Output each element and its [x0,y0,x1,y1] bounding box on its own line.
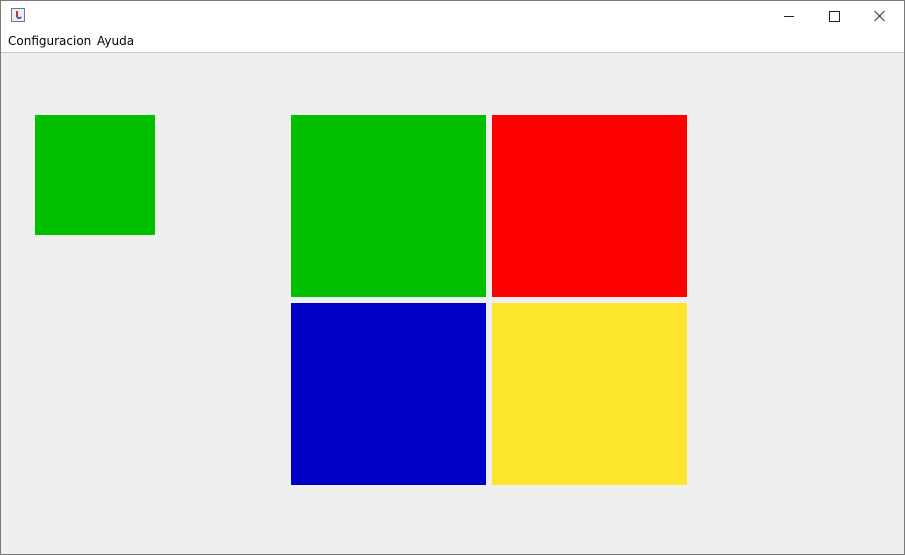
app-window: Configuracion Ayuda [0,0,905,555]
title-bar[interactable] [1,1,904,31]
color-button-yellow[interactable] [492,303,687,485]
maximize-icon [828,10,840,22]
maximize-button[interactable] [811,1,857,31]
menu-ayuda[interactable]: Ayuda [97,34,134,48]
color-button-green[interactable] [291,115,486,297]
game-panel [1,53,904,554]
minimize-button[interactable] [766,1,812,31]
current-color-indicator [35,115,155,235]
menu-configuracion[interactable]: Configuracion [8,34,91,48]
color-button-blue[interactable] [291,303,486,485]
close-button[interactable] [857,1,903,31]
java-cup-icon[interactable] [11,8,25,22]
menu-bar: Configuracion Ayuda [1,31,904,53]
color-button-red[interactable] [492,115,687,297]
close-icon [874,10,886,22]
minimize-icon [784,15,794,17]
